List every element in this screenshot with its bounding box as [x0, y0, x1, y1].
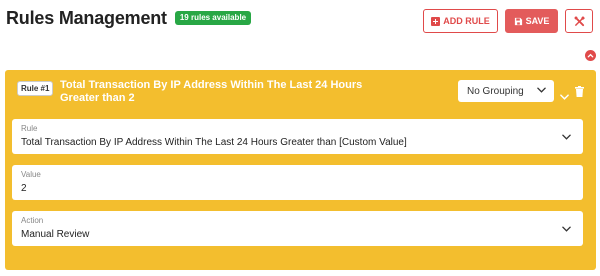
- add-rule-button[interactable]: ADD RULE: [423, 9, 498, 33]
- chevron-up-circle-icon: [587, 53, 594, 58]
- grouping-value: No Grouping: [467, 85, 524, 97]
- tools-button[interactable]: [565, 9, 593, 33]
- chevron-down-icon: [562, 226, 571, 232]
- expand-rule-button[interactable]: [560, 87, 569, 105]
- page-header: Rules Management 19 rules available: [6, 6, 252, 30]
- rules-count-badge: 19 rules available: [174, 11, 252, 25]
- rule-number-tag: Rule #1: [17, 81, 54, 96]
- action-field-value: Manual Review: [21, 229, 90, 240]
- chevron-down-icon: [562, 134, 571, 140]
- value-field-value: 2: [21, 183, 27, 194]
- tools-icon: [574, 15, 585, 26]
- page-title: Rules Management: [6, 7, 167, 28]
- rule-heading: Total Transaction By IP Address Within T…: [60, 79, 363, 104]
- chevron-down-icon: [560, 94, 569, 100]
- rule-field-label: Rule: [21, 124, 38, 133]
- value-input[interactable]: Value 2: [12, 165, 583, 200]
- grouping-select[interactable]: No Grouping: [458, 80, 554, 102]
- action-select[interactable]: Action Manual Review: [12, 211, 583, 246]
- delete-rule-button[interactable]: [575, 84, 584, 102]
- rule-field-value: Total Transaction By IP Address Within T…: [21, 137, 407, 148]
- collapse-rules-button[interactable]: [585, 50, 596, 61]
- plus-square-icon: [431, 16, 441, 26]
- add-rule-label: ADD RULE: [443, 16, 490, 26]
- action-field-label: Action: [21, 216, 44, 225]
- save-label: SAVE: [525, 16, 550, 26]
- rule-select[interactable]: Rule Total Transaction By IP Address Wit…: [12, 119, 583, 154]
- floppy-disk-icon: [514, 17, 522, 25]
- trash-icon: [575, 86, 584, 97]
- toolbar: ADD RULE SAVE: [423, 9, 593, 33]
- save-button[interactable]: SAVE: [505, 9, 558, 33]
- chevron-down-icon: [537, 87, 546, 93]
- value-field-label: Value: [21, 170, 41, 179]
